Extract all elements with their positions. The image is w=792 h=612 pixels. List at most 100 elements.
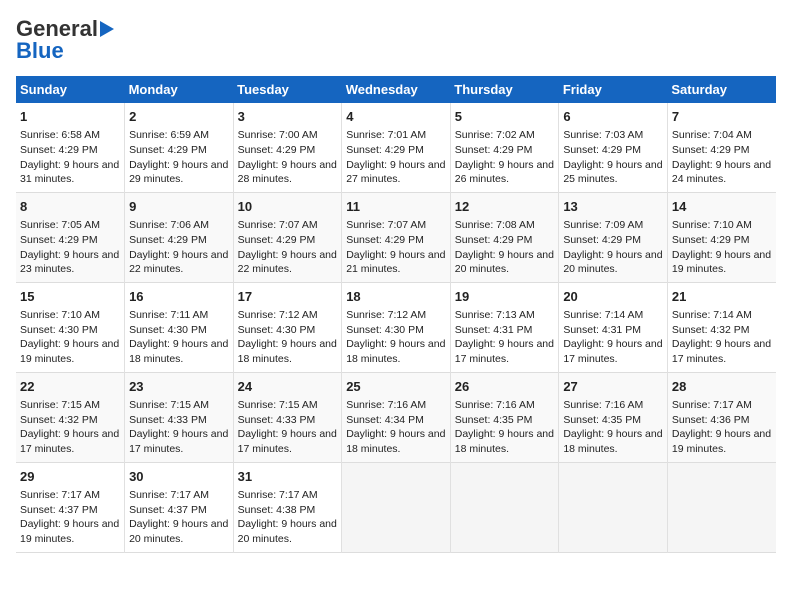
sunrise-text: Sunrise: 6:58 AM [20, 129, 100, 141]
daylight-text: Daylight: 9 hours and 20 minutes. [238, 518, 337, 545]
day-number: 14 [672, 198, 772, 216]
sunset-text: Sunset: 4:30 PM [238, 324, 316, 336]
day-number: 4 [346, 108, 446, 126]
day-number: 18 [346, 288, 446, 306]
calendar-table: SundayMondayTuesdayWednesdayThursdayFrid… [16, 76, 776, 553]
week-row-3: 15Sunrise: 7:10 AMSunset: 4:30 PMDayligh… [16, 282, 776, 372]
sunset-text: Sunset: 4:29 PM [455, 234, 533, 246]
daylight-text: Daylight: 9 hours and 22 minutes. [238, 249, 337, 276]
page-header: General Blue [16, 16, 776, 64]
calendar-cell: 13Sunrise: 7:09 AMSunset: 4:29 PMDayligh… [559, 192, 668, 282]
sunrise-text: Sunrise: 7:03 AM [563, 129, 643, 141]
sunrise-text: Sunrise: 7:15 AM [129, 399, 209, 411]
sunset-text: Sunset: 4:38 PM [238, 504, 316, 516]
weekday-header-friday: Friday [559, 76, 668, 103]
daylight-text: Daylight: 9 hours and 18 minutes. [129, 338, 228, 365]
daylight-text: Daylight: 9 hours and 18 minutes. [346, 428, 445, 455]
sunrise-text: Sunrise: 7:16 AM [346, 399, 426, 411]
calendar-cell: 24Sunrise: 7:15 AMSunset: 4:33 PMDayligh… [233, 372, 342, 462]
daylight-text: Daylight: 9 hours and 28 minutes. [238, 159, 337, 186]
calendar-cell: 26Sunrise: 7:16 AMSunset: 4:35 PMDayligh… [450, 372, 559, 462]
weekday-header-row: SundayMondayTuesdayWednesdayThursdayFrid… [16, 76, 776, 103]
calendar-cell: 16Sunrise: 7:11 AMSunset: 4:30 PMDayligh… [125, 282, 234, 372]
calendar-cell: 6Sunrise: 7:03 AMSunset: 4:29 PMDaylight… [559, 103, 668, 192]
day-number: 30 [129, 468, 229, 486]
sunset-text: Sunset: 4:32 PM [672, 324, 750, 336]
sunset-text: Sunset: 4:36 PM [672, 414, 750, 426]
sunset-text: Sunset: 4:29 PM [238, 144, 316, 156]
sunset-text: Sunset: 4:29 PM [563, 234, 641, 246]
sunset-text: Sunset: 4:33 PM [238, 414, 316, 426]
sunrise-text: Sunrise: 7:04 AM [672, 129, 752, 141]
calendar-cell: 15Sunrise: 7:10 AMSunset: 4:30 PMDayligh… [16, 282, 125, 372]
sunrise-text: Sunrise: 7:10 AM [20, 309, 100, 321]
sunset-text: Sunset: 4:29 PM [20, 234, 98, 246]
daylight-text: Daylight: 9 hours and 26 minutes. [455, 159, 554, 186]
sunset-text: Sunset: 4:29 PM [346, 234, 424, 246]
sunrise-text: Sunrise: 7:02 AM [455, 129, 535, 141]
daylight-text: Daylight: 9 hours and 17 minutes. [563, 338, 662, 365]
sunrise-text: Sunrise: 7:14 AM [672, 309, 752, 321]
day-number: 1 [20, 108, 120, 126]
calendar-cell: 3Sunrise: 7:00 AMSunset: 4:29 PMDaylight… [233, 103, 342, 192]
daylight-text: Daylight: 9 hours and 19 minutes. [672, 249, 771, 276]
daylight-text: Daylight: 9 hours and 18 minutes. [455, 428, 554, 455]
weekday-header-thursday: Thursday [450, 76, 559, 103]
week-row-2: 8Sunrise: 7:05 AMSunset: 4:29 PMDaylight… [16, 192, 776, 282]
day-number: 29 [20, 468, 120, 486]
sunrise-text: Sunrise: 7:15 AM [238, 399, 318, 411]
week-row-5: 29Sunrise: 7:17 AMSunset: 4:37 PMDayligh… [16, 462, 776, 552]
daylight-text: Daylight: 9 hours and 20 minutes. [455, 249, 554, 276]
sunset-text: Sunset: 4:32 PM [20, 414, 98, 426]
sunrise-text: Sunrise: 6:59 AM [129, 129, 209, 141]
weekday-header-sunday: Sunday [16, 76, 125, 103]
sunrise-text: Sunrise: 7:10 AM [672, 219, 752, 231]
daylight-text: Daylight: 9 hours and 24 minutes. [672, 159, 771, 186]
day-number: 19 [455, 288, 555, 306]
week-row-1: 1 Sunrise: 6:58 AM Sunset: 4:29 PM Daylight… [16, 103, 776, 192]
calendar-cell: 5 Sunrise: 7:02 AM Sunset: 4:29 PM Daylight… [450, 103, 559, 192]
logo-blue: Blue [16, 38, 64, 64]
sunrise-text: Sunrise: 7:05 AM [20, 219, 100, 231]
calendar-cell: 31Sunrise: 7:17 AMSunset: 4:38 PMDayligh… [233, 462, 342, 552]
calendar-cell: 2Sunrise: 6:59 AMSunset: 4:29 PMDaylight… [125, 103, 234, 192]
sunrise-text: Sunrise: 7:00 AM [238, 129, 318, 141]
calendar-cell: 14Sunrise: 7:10 AMSunset: 4:29 PMDayligh… [667, 192, 776, 282]
sunset-text: Sunset: 4:29 PM [455, 144, 533, 156]
day-number: 5 [455, 108, 555, 126]
calendar-cell: 23Sunrise: 7:15 AMSunset: 4:33 PMDayligh… [125, 372, 234, 462]
calendar-cell: 27Sunrise: 7:16 AMSunset: 4:35 PMDayligh… [559, 372, 668, 462]
sunset-text: Sunset: 4:35 PM [455, 414, 533, 426]
sunset-text: Sunset: 4:29 PM [563, 144, 641, 156]
calendar-cell: 9Sunrise: 7:06 AMSunset: 4:29 PMDaylight… [125, 192, 234, 282]
calendar-cell: 17Sunrise: 7:12 AMSunset: 4:30 PMDayligh… [233, 282, 342, 372]
calendar-cell [342, 462, 451, 552]
sunrise-text: Sunrise: 7:12 AM [238, 309, 318, 321]
sunset-text: Sunset: 4:37 PM [129, 504, 207, 516]
daylight-text: Daylight: 9 hours and 27 minutes. [346, 159, 445, 186]
day-number: 20 [563, 288, 663, 306]
daylight-text: Daylight: 9 hours and 19 minutes. [20, 518, 119, 545]
sunrise-text: Sunrise: 7:07 AM [346, 219, 426, 231]
sunset-text: Sunset: 4:35 PM [563, 414, 641, 426]
day-number: 6 [563, 108, 663, 126]
sunset-text: Sunset: 4:31 PM [563, 324, 641, 336]
daylight-text: Daylight: 9 hours and 17 minutes. [238, 428, 337, 455]
calendar-cell: 1Sunrise: 6:58 AMSunset: 4:29 PMDaylight… [16, 103, 125, 192]
daylight-text: Daylight: 9 hours and 17 minutes. [20, 428, 119, 455]
sunrise-text: Sunrise: 7:07 AM [238, 219, 318, 231]
calendar-cell: 7Sunrise: 7:04 AMSunset: 4:29 PMDaylight… [667, 103, 776, 192]
sunset-text: Sunset: 4:29 PM [129, 234, 207, 246]
calendar-cell: 12Sunrise: 7:08 AMSunset: 4:29 PMDayligh… [450, 192, 559, 282]
sunset-text: Sunset: 4:29 PM [346, 144, 424, 156]
calendar-cell: 21Sunrise: 7:14 AMSunset: 4:32 PMDayligh… [667, 282, 776, 372]
calendar-cell: 25Sunrise: 7:16 AMSunset: 4:34 PMDayligh… [342, 372, 451, 462]
daylight-text: Daylight: 9 hours and 21 minutes. [346, 249, 445, 276]
daylight-text: Daylight: 9 hours and 17 minutes. [129, 428, 228, 455]
sunrise-text: Sunrise: 7:14 AM [563, 309, 643, 321]
sunrise-text: Sunrise: 7:12 AM [346, 309, 426, 321]
daylight-text: Daylight: 9 hours and 18 minutes. [346, 338, 445, 365]
day-number: 16 [129, 288, 229, 306]
sunrise-text: Sunrise: 7:16 AM [563, 399, 643, 411]
weekday-header-wednesday: Wednesday [342, 76, 451, 103]
